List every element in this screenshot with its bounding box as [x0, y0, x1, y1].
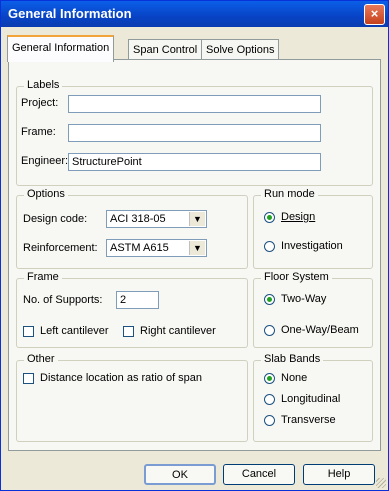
- distance-ratio-label[interactable]: Distance location as ratio of span: [40, 372, 202, 384]
- tab-solve-options[interactable]: Solve Options: [201, 39, 280, 60]
- design-code-label: Design code:: [23, 213, 88, 225]
- none-radio[interactable]: [264, 373, 275, 384]
- design-code-select[interactable]: ACI 318-05 ▼: [106, 210, 207, 228]
- design-radio[interactable]: [264, 212, 275, 223]
- dialog-window: General Information × General Informatio…: [0, 0, 389, 491]
- supports-input[interactable]: 2: [116, 291, 159, 309]
- floor-system-legend: Floor System: [261, 271, 332, 283]
- reinforcement-value: ASTM A615: [110, 242, 169, 254]
- project-input[interactable]: [68, 95, 321, 113]
- investigation-radio-label[interactable]: Investigation: [281, 240, 343, 252]
- reinforcement-label: Reinforcement:: [23, 242, 98, 254]
- tab-span-control[interactable]: Span Control: [128, 39, 203, 60]
- resize-grip-icon[interactable]: [376, 478, 386, 488]
- ok-button[interactable]: OK: [144, 464, 216, 485]
- frame-input[interactable]: [68, 124, 321, 142]
- labels-group: Labels Project: Frame: Engineer: Structu…: [16, 79, 373, 186]
- one-way-beam-radio[interactable]: [264, 325, 275, 336]
- design-code-value: ACI 318-05: [110, 213, 166, 225]
- frame-label: Frame:: [21, 126, 56, 138]
- transverse-radio[interactable]: [264, 415, 275, 426]
- options-legend: Options: [24, 188, 68, 200]
- right-cantilever-label[interactable]: Right cantilever: [140, 325, 216, 337]
- left-cantilever-checkbox[interactable]: [23, 326, 34, 337]
- help-button[interactable]: Help: [303, 464, 375, 485]
- chevron-down-icon[interactable]: ▼: [189, 241, 205, 255]
- two-way-radio[interactable]: [264, 294, 275, 305]
- slab-bands-legend: Slab Bands: [261, 353, 324, 365]
- transverse-radio-label[interactable]: Transverse: [281, 414, 336, 426]
- longitudinal-radio-label[interactable]: Longitudinal: [281, 393, 340, 405]
- floor-system-group: Floor System Two-Way One-Way/Beam: [253, 271, 373, 348]
- close-icon[interactable]: ×: [364, 4, 385, 25]
- design-radio-label[interactable]: Design: [281, 211, 315, 223]
- options-group: Options Design code: ACI 318-05 ▼ Reinfo…: [16, 188, 248, 269]
- labels-legend: Labels: [24, 79, 63, 91]
- title-bar[interactable]: General Information ×: [1, 1, 388, 27]
- other-group: Other Distance location as ratio of span: [16, 353, 248, 442]
- cancel-button[interactable]: Cancel: [223, 464, 295, 485]
- left-cantilever-label[interactable]: Left cantilever: [40, 325, 108, 337]
- none-radio-label[interactable]: None: [281, 372, 307, 384]
- tab-general-information[interactable]: General Information: [7, 35, 115, 62]
- supports-label: No. of Supports:: [23, 294, 103, 306]
- window-title: General Information: [8, 6, 132, 21]
- investigation-radio[interactable]: [264, 241, 275, 252]
- run-mode-group: Run mode Design Investigation: [253, 188, 373, 269]
- slab-bands-group: Slab Bands None Longitudinal Transverse: [253, 353, 373, 442]
- reinforcement-select[interactable]: ASTM A615 ▼: [106, 239, 207, 257]
- distance-ratio-checkbox[interactable]: [23, 373, 34, 384]
- engineer-label: Engineer:: [21, 155, 69, 167]
- longitudinal-radio[interactable]: [264, 394, 275, 405]
- tab-page: Labels Project: Frame: Engineer: Structu…: [8, 59, 381, 451]
- project-label: Project:: [21, 97, 59, 109]
- one-way-beam-radio-label[interactable]: One-Way/Beam: [281, 324, 359, 336]
- right-cantilever-checkbox[interactable]: [123, 326, 134, 337]
- two-way-radio-label[interactable]: Two-Way: [281, 293, 326, 305]
- frame-legend: Frame: [24, 271, 62, 283]
- run-mode-legend: Run mode: [261, 188, 318, 200]
- frame-group: Frame No. of Supports: 2 Left cantilever…: [16, 271, 248, 348]
- engineer-input[interactable]: StructurePoint: [68, 153, 321, 171]
- other-legend: Other: [24, 353, 58, 365]
- chevron-down-icon[interactable]: ▼: [189, 212, 205, 226]
